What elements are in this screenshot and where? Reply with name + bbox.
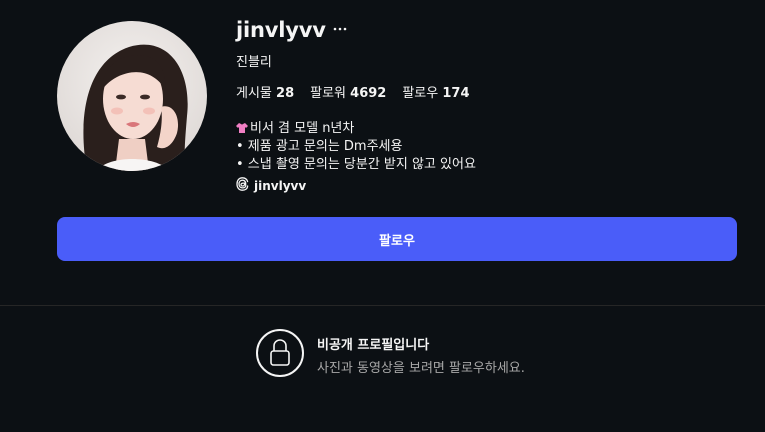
profile-photo (57, 21, 207, 171)
following-label: 팔로우 (402, 86, 439, 101)
followers-label: 팔로워 (310, 86, 347, 101)
posts-count: 28 (276, 86, 295, 101)
divider (0, 305, 765, 306)
followers-stat[interactable]: 팔로워 4692 (310, 82, 386, 101)
private-profile-title: 비공개 프로필입니다 (317, 338, 430, 353)
private-profile-description: 사진과 동영상을 보려면 팔로우하세요. (317, 361, 525, 376)
follow-button[interactable]: 팔로우 (57, 217, 737, 261)
bio-line: 비서 겸 모델 n년차 (236, 120, 476, 138)
bio-line-1: 비서 겸 모델 n년차 (250, 121, 355, 136)
avatar[interactable] (57, 21, 207, 171)
followers-count: 4692 (350, 86, 387, 101)
posts-stat: 게시물 28 (236, 82, 294, 101)
threads-icon (236, 177, 249, 194)
username: jinvlyvv (236, 18, 326, 42)
posts-label: 게시물 (236, 86, 272, 101)
following-count: 174 (442, 86, 470, 101)
lock-icon (256, 329, 304, 377)
threads-link[interactable]: jinvlyvv (236, 177, 306, 194)
ellipsis-icon[interactable] (331, 24, 349, 38)
bio: 비서 겸 모델 n년차 • 제품 광고 문의는 Dm주세용 • 스냅 촬영 문의… (236, 120, 476, 174)
bio-line-3: • 스냅 촬영 문의는 당분간 받지 않고 있어요 (236, 157, 476, 172)
profile-page: jinvlyvv 진블리 게시물 28 팔로워 4692 팔로우 174 비서 … (0, 0, 765, 432)
profile-stats: 게시물 28 팔로워 4692 팔로우 174 (236, 82, 470, 101)
display-name: 진블리 (236, 55, 272, 70)
threads-handle: jinvlyvv (254, 178, 307, 193)
bio-line-2: • 제품 광고 문의는 Dm주세용 (236, 139, 403, 154)
tshirt-icon (236, 121, 248, 133)
following-stat[interactable]: 팔로우 174 (402, 82, 469, 101)
